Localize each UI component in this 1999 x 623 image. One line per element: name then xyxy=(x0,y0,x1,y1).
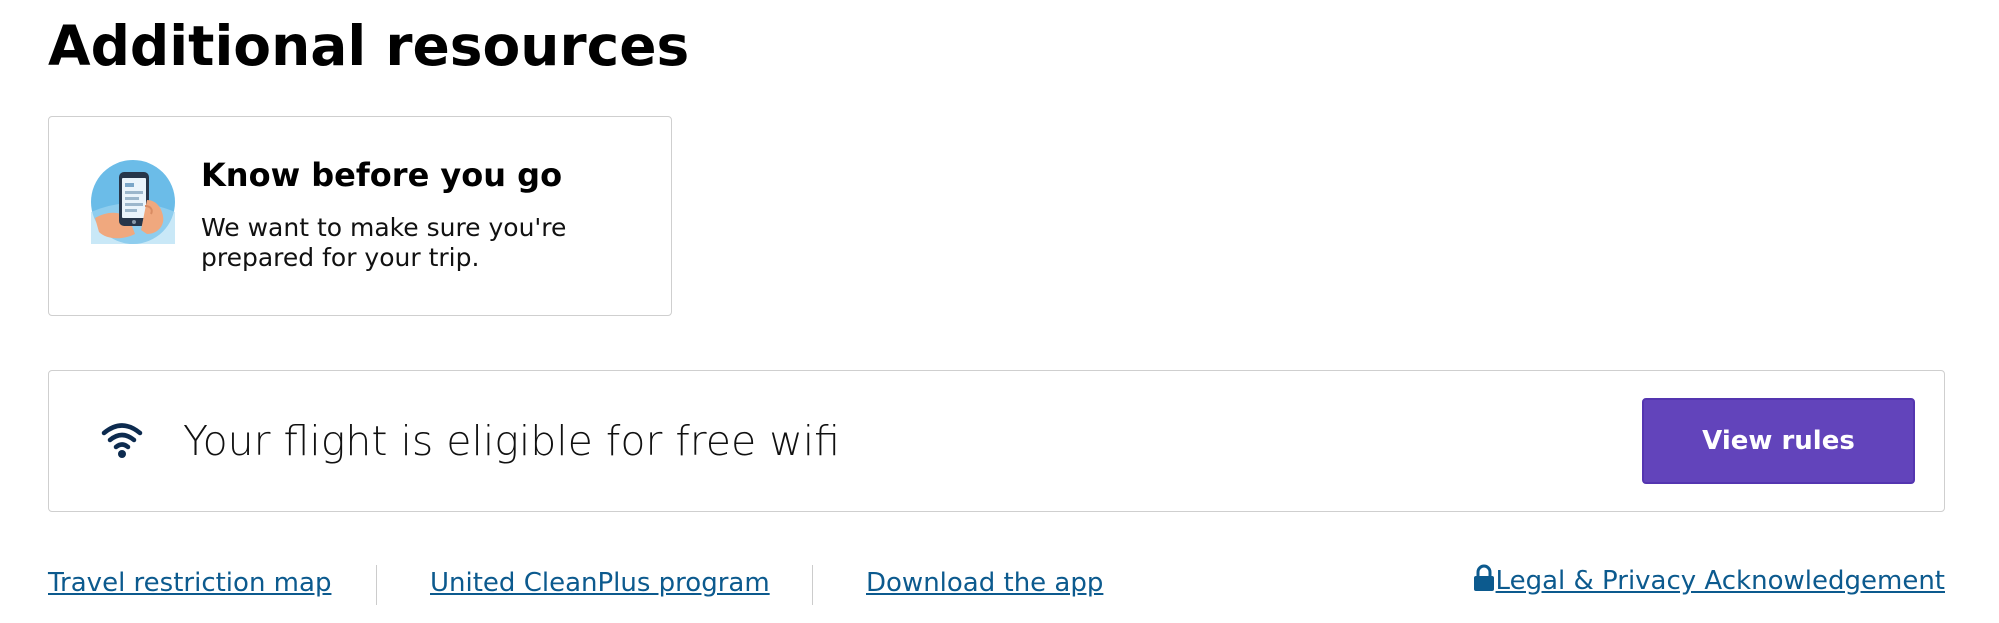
legal-privacy-link[interactable]: Legal & Privacy Acknowledgement xyxy=(1473,561,1945,601)
wifi-icon xyxy=(101,423,143,458)
united-cleanplus-program-link[interactable]: United CleanPlus program xyxy=(430,563,770,603)
free-wifi-banner: Your flight is eligible for free wifi Vi… xyxy=(48,370,1945,512)
lock-icon xyxy=(1473,564,1494,591)
travel-restriction-map-link[interactable]: Travel restriction map xyxy=(48,563,331,603)
phone-in-hand-illustration xyxy=(91,160,175,244)
wifi-eligibility-text: Your flight is eligible for free wifi xyxy=(183,417,840,465)
footer-divider xyxy=(812,565,813,605)
know-before-you-go-card[interactable]: Know before you go We want to make sure … xyxy=(48,116,672,316)
legal-privacy-label: Legal & Privacy Acknowledgement xyxy=(1495,566,1945,596)
view-rules-button[interactable]: View rules xyxy=(1642,398,1915,484)
page-heading: Additional resources xyxy=(48,14,690,78)
footer-divider xyxy=(376,565,377,605)
card-title: Know before you go xyxy=(201,156,563,194)
download-the-app-link[interactable]: Download the app xyxy=(866,563,1103,603)
card-description: We want to make sure you're prepared for… xyxy=(201,213,567,272)
